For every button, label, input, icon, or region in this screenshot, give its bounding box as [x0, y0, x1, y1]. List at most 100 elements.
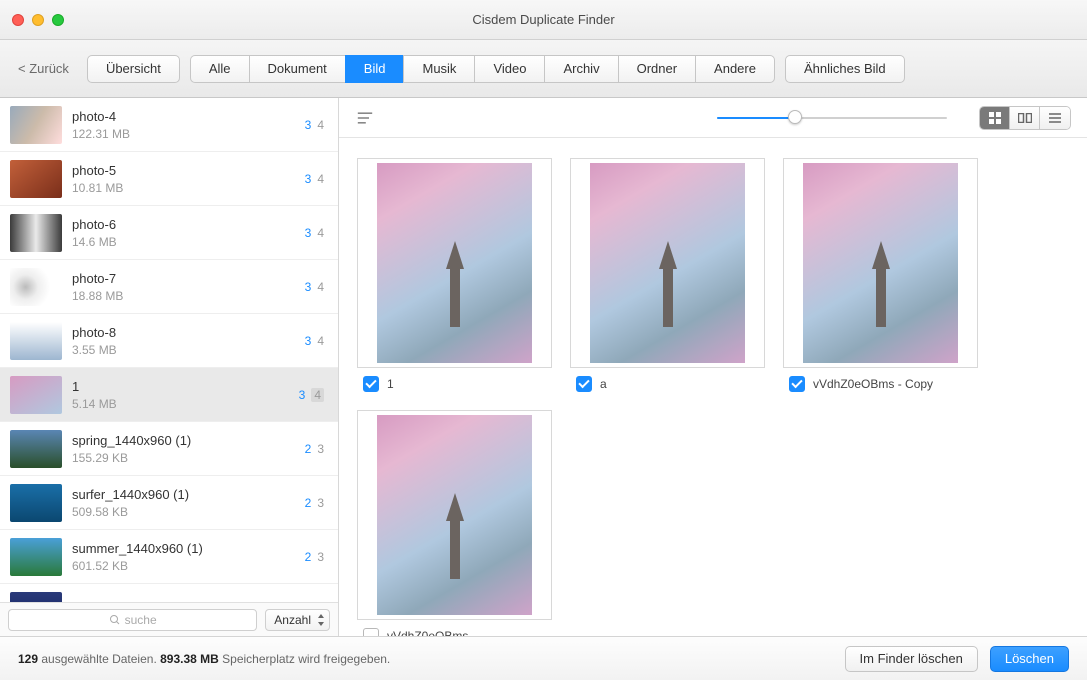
- overview-button[interactable]: Übersicht: [87, 55, 180, 83]
- tab-andere[interactable]: Andere: [695, 55, 775, 83]
- thumbnail: [10, 592, 62, 603]
- item-name: spring_1440x960 (1): [72, 433, 305, 448]
- tab-alle[interactable]: Alle: [190, 55, 249, 83]
- thumbnail: [10, 268, 62, 306]
- sidebar-footer: suche Anzahl: [0, 602, 338, 636]
- item-name: winter_1440x960 (1): [72, 602, 318, 603]
- thumbnail: [10, 214, 62, 252]
- delete-in-finder-button[interactable]: Im Finder löschen: [845, 646, 978, 672]
- thumbnail: [10, 538, 62, 576]
- card-image: [803, 163, 958, 363]
- minimize-window-button[interactable]: [32, 14, 44, 26]
- titlebar: Cisdem Duplicate Finder: [0, 0, 1087, 40]
- preview-toolbar: [339, 98, 1087, 138]
- preview-card[interactable]: a: [570, 158, 765, 392]
- selected-count: 129: [18, 652, 38, 666]
- card-name: vVdhZ0eOBms - Copy: [813, 377, 933, 391]
- thumbnail: [10, 160, 62, 198]
- item-size: 10.81 MB: [72, 181, 305, 195]
- item-size: 155.29 KB: [72, 451, 305, 465]
- preview-grid: 1 a vVdhZ0eOBms - Copy vVdhZ0eOBms: [357, 158, 1069, 636]
- tab-video[interactable]: Video: [474, 55, 544, 83]
- list-item[interactable]: spring_1440x960 (1) 155.29 KB23: [0, 422, 338, 476]
- search-placeholder: suche: [125, 613, 157, 627]
- item-counts: 23: [305, 496, 324, 510]
- list-item[interactable]: photo-4122.31 MB34: [0, 98, 338, 152]
- search-input[interactable]: suche: [8, 609, 257, 631]
- item-name: photo-6: [72, 217, 305, 232]
- thumbnail: [10, 484, 62, 522]
- tab-dokument[interactable]: Dokument: [249, 55, 345, 83]
- tab-musik[interactable]: Musik: [403, 55, 474, 83]
- search-icon: [109, 614, 121, 626]
- view-list-button[interactable]: [1040, 107, 1070, 129]
- item-size: 5.14 MB: [72, 397, 299, 411]
- preview-card[interactable]: vVdhZ0eOBms - Copy: [783, 158, 978, 392]
- status-text: 129 ausgewählte Dateien. 893.38 MB Speic…: [18, 652, 390, 666]
- view-compare-button[interactable]: [1010, 107, 1040, 129]
- card-image: [377, 163, 532, 363]
- delete-button[interactable]: Löschen: [990, 646, 1069, 672]
- item-name: photo-4: [72, 109, 305, 124]
- card-name: a: [600, 377, 607, 391]
- item-counts: 34: [299, 388, 324, 402]
- item-name: photo-7: [72, 271, 305, 286]
- item-name: summer_1440x960 (1): [72, 541, 305, 556]
- list-item[interactable]: photo-718.88 MB34: [0, 260, 338, 314]
- sort-icon[interactable]: [355, 110, 375, 126]
- item-counts: 34: [305, 118, 324, 132]
- back-button[interactable]: < Zurück: [18, 61, 69, 76]
- card-frame: [570, 158, 765, 368]
- thumbnail: [10, 430, 62, 468]
- item-counts: 34: [305, 280, 324, 294]
- card-frame: [783, 158, 978, 368]
- list-item[interactable]: photo-6 14.6 MB34: [0, 206, 338, 260]
- sidebar: photo-4122.31 MB34photo-510.81 MB34photo…: [0, 98, 339, 636]
- toolbar: < Zurück Übersicht AlleDokumentBildMusik…: [0, 40, 1087, 98]
- item-size: 3.55 MB: [72, 343, 305, 357]
- category-tabs: AlleDokumentBildMusikVideoArchivOrdnerAn…: [190, 55, 775, 83]
- select-checkbox[interactable]: [789, 376, 805, 392]
- item-counts: 34: [305, 226, 324, 240]
- list-item[interactable]: summer_1440x960 (1)601.52 KB23: [0, 530, 338, 584]
- window-title: Cisdem Duplicate Finder: [0, 12, 1087, 27]
- list-item[interactable]: photo-510.81 MB34: [0, 152, 338, 206]
- card-name: vVdhZ0eOBms: [387, 629, 468, 636]
- view-mode-segment: [979, 106, 1071, 130]
- footer: 129 ausgewählte Dateien. 893.38 MB Speic…: [0, 636, 1087, 680]
- similar-image-button[interactable]: Ähnliches Bild: [785, 55, 905, 83]
- duplicate-group-list[interactable]: photo-4122.31 MB34photo-510.81 MB34photo…: [0, 98, 338, 602]
- select-checkbox[interactable]: [576, 376, 592, 392]
- close-window-button[interactable]: [12, 14, 24, 26]
- thumbnail: [10, 322, 62, 360]
- card-frame: [357, 158, 552, 368]
- preview-card[interactable]: vVdhZ0eOBms: [357, 410, 552, 636]
- thumbnail-size-slider[interactable]: [717, 116, 947, 120]
- list-item[interactable]: 15.14 MB34: [0, 368, 338, 422]
- select-checkbox[interactable]: [363, 628, 379, 636]
- item-size: 14.6 MB: [72, 235, 305, 249]
- card-frame: [357, 410, 552, 620]
- sort-select-value: Anzahl: [274, 613, 311, 627]
- item-counts: 23: [305, 442, 324, 456]
- tab-bild[interactable]: Bild: [345, 55, 404, 83]
- preview-grid-scroll[interactable]: 1 a vVdhZ0eOBms - Copy vVdhZ0eOBms: [339, 138, 1087, 636]
- preview-card[interactable]: 1: [357, 158, 552, 392]
- item-size: 601.52 KB: [72, 559, 305, 573]
- thumbnail: [10, 376, 62, 414]
- preview-pane: 1 a vVdhZ0eOBms - Copy vVdhZ0eOBms: [339, 98, 1087, 636]
- item-name: surfer_1440x960 (1): [72, 487, 305, 502]
- item-name: photo-8: [72, 325, 305, 340]
- list-item[interactable]: surfer_1440x960 (1)509.58 KB23: [0, 476, 338, 530]
- zoom-window-button[interactable]: [52, 14, 64, 26]
- sort-select[interactable]: Anzahl: [265, 609, 330, 631]
- list-item[interactable]: winter_1440x960 (1): [0, 584, 338, 602]
- freed-size: 893.38 MB: [160, 652, 219, 666]
- card-image: [377, 415, 532, 615]
- view-grid-button[interactable]: [980, 107, 1010, 129]
- tab-ordner[interactable]: Ordner: [618, 55, 695, 83]
- card-image: [590, 163, 745, 363]
- list-item[interactable]: photo-83.55 MB34: [0, 314, 338, 368]
- select-checkbox[interactable]: [363, 376, 379, 392]
- tab-archiv[interactable]: Archiv: [544, 55, 617, 83]
